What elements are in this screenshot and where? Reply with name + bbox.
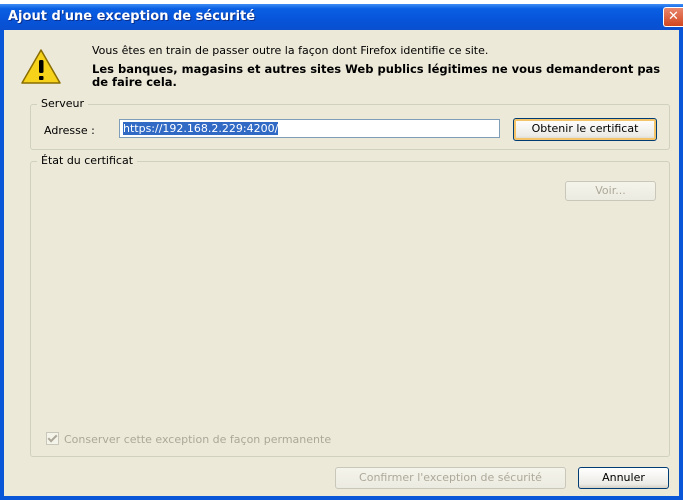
warning-emphasis: Les banques, magasins et autres sites We… — [92, 62, 661, 89]
keep-permanent-checkbox[interactable] — [46, 432, 59, 445]
warning-triangle-icon — [21, 49, 61, 84]
confirm-exception-button[interactable]: Confirmer l'exception de sécurité — [335, 467, 566, 489]
view-certificate-button[interactable]: Voir... — [565, 181, 656, 201]
keep-permanent-label: Conserver cette exception de façon perma… — [64, 433, 332, 446]
address-label: Adresse : — [44, 124, 95, 137]
address-input[interactable]: https://192.168.2.229:4200/ — [119, 119, 500, 138]
address-value: https://192.168.2.229:4200/ — [123, 122, 279, 135]
close-icon[interactable]: ✕ — [663, 7, 683, 27]
certificate-status-legend: État du certificat — [37, 154, 138, 167]
warning-message: Vous êtes en train de passer outre la fa… — [92, 44, 489, 57]
server-legend: Serveur — [37, 97, 89, 110]
get-certificate-button[interactable]: Obtenir le certificat — [513, 118, 657, 141]
certificate-status-group: État du certificat — [30, 154, 670, 457]
keep-permanent-row[interactable]: Conserver cette exception de façon perma… — [46, 432, 331, 446]
cancel-button[interactable]: Annuler — [578, 467, 669, 489]
window-title: Ajout d'une exception de sécurité — [8, 9, 256, 24]
title-bar[interactable]: Ajout d'une exception de sécurité ✕ — [0, 4, 683, 30]
